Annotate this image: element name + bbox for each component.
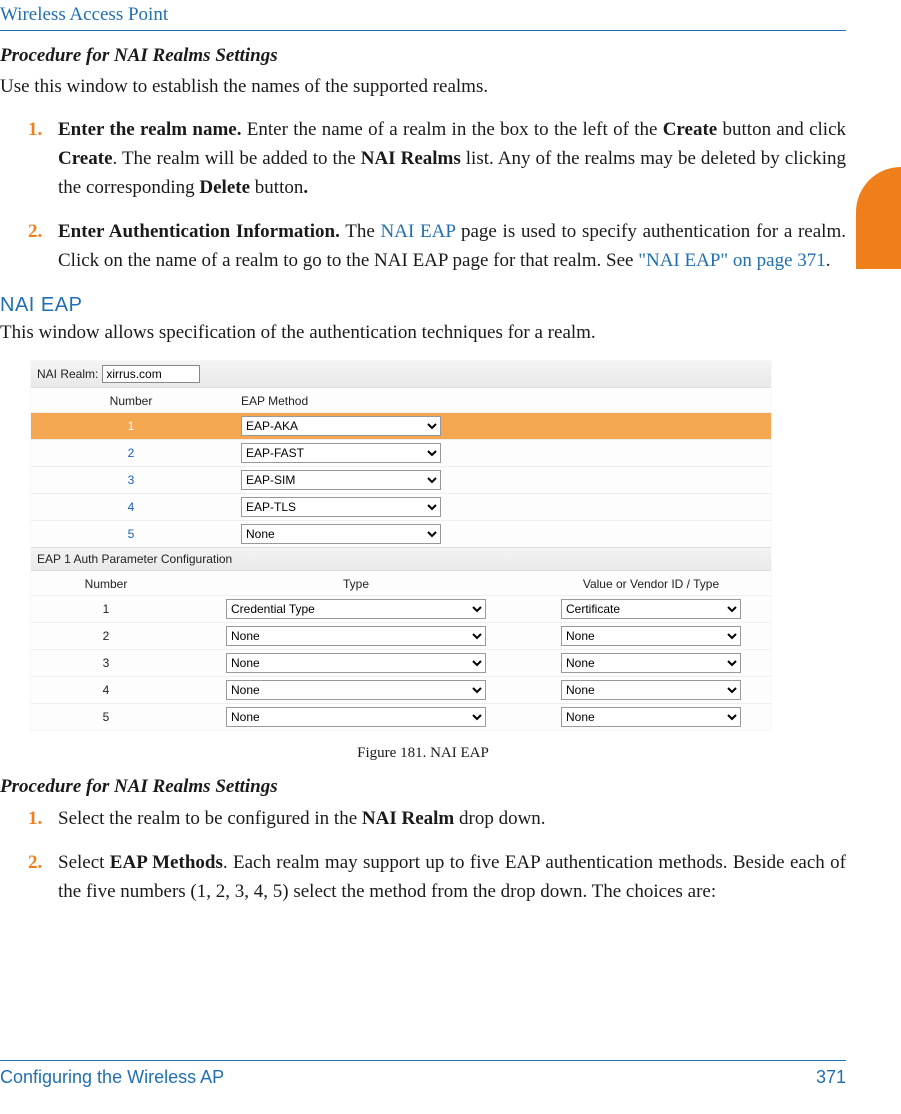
param-row-number: 4 — [31, 683, 181, 697]
side-tab — [856, 167, 901, 269]
eap-row-number: 5 — [31, 527, 231, 541]
footer-section-title: Configuring the Wireless AP — [0, 1067, 224, 1088]
running-header: Wireless Access Point — [0, 4, 846, 26]
section-intro: This window allows specification of the … — [0, 319, 846, 347]
section-heading-nai-eap: NAI EAP — [0, 294, 846, 317]
param-row-number: 1 — [31, 602, 181, 616]
param-value-select[interactable]: None — [561, 626, 741, 646]
param-value-select[interactable]: Certificate — [561, 599, 741, 619]
step-lead: Enter the realm name. — [58, 119, 242, 140]
text: . The realm will be added to the — [113, 148, 361, 169]
link-nai-eap[interactable]: NAI EAP — [381, 221, 456, 242]
param-row-number: 3 — [31, 656, 181, 670]
step-number: 1. — [28, 115, 42, 144]
text: drop down. — [454, 808, 545, 829]
proc1-step2: 2. Enter Authentication Information. The… — [0, 217, 846, 276]
text: . — [826, 250, 831, 271]
bold: NAI Realm — [362, 808, 454, 829]
eap-row[interactable]: 3 EAP-SIM — [31, 466, 771, 493]
param-row: 4 None None — [31, 676, 771, 703]
col-value: Value or Vendor ID / Type — [531, 577, 771, 591]
proc2-step1: 1. Select the realm to be configured in … — [0, 804, 846, 833]
param-type-select[interactable]: None — [226, 653, 486, 673]
text: The — [340, 221, 381, 242]
bold: . — [303, 177, 308, 198]
eap-table-header: Number EAP Method — [31, 388, 771, 412]
text: button — [250, 177, 303, 198]
col-number: Number — [31, 394, 231, 408]
param-table-header: Number Type Value or Vendor ID / Type — [31, 571, 771, 595]
figure-nai-eap: NAI Realm: Number EAP Method 1 EAP-AKA 2… — [30, 360, 772, 731]
eap-method-select[interactable]: EAP-TLS — [241, 497, 441, 517]
col-type: Type — [181, 577, 531, 591]
nai-realm-input[interactable] — [102, 365, 200, 383]
header-rule — [0, 30, 846, 31]
eap-row-number: 3 — [31, 473, 231, 487]
nai-realm-bar: NAI Realm: — [31, 361, 771, 388]
param-type-select[interactable]: None — [226, 707, 486, 727]
eap-row-number: 1 — [31, 419, 231, 433]
figure-caption: Figure 181. NAI EAP — [0, 745, 846, 762]
bold: EAP Methods — [110, 852, 223, 873]
param-row-number: 5 — [31, 710, 181, 724]
text: Select the realm to be configured in the — [58, 808, 362, 829]
eap-row[interactable]: 1 EAP-AKA — [31, 412, 771, 439]
eap-method-select[interactable]: EAP-SIM — [241, 470, 441, 490]
col-number: Number — [31, 577, 181, 591]
param-type-select[interactable]: Credential Type — [226, 599, 486, 619]
procedure-2-heading: Procedure for NAI Realms Settings — [0, 776, 846, 798]
eap-method-select[interactable]: EAP-AKA — [241, 416, 441, 436]
page-footer: Configuring the Wireless AP 371 — [0, 1060, 846, 1088]
procedure-1-heading: Procedure for NAI Realms Settings — [0, 45, 846, 67]
step-lead: Enter Authentication Information. — [58, 221, 340, 242]
eap-method-select[interactable]: None — [241, 524, 441, 544]
eap-row[interactable]: 2 EAP-FAST — [31, 439, 771, 466]
bold: NAI Realms — [361, 148, 461, 169]
param-row-number: 2 — [31, 629, 181, 643]
eap-row-number: 2 — [31, 446, 231, 460]
procedure-1-intro: Use this window to establish the names o… — [0, 73, 846, 101]
step-number: 2. — [28, 848, 42, 877]
eap-row[interactable]: 4 EAP-TLS — [31, 493, 771, 520]
param-row: 2 None None — [31, 622, 771, 649]
param-type-select[interactable]: None — [226, 680, 486, 700]
proc1-step1: 1. Enter the realm name. Enter the name … — [0, 115, 846, 203]
param-row: 3 None None — [31, 649, 771, 676]
bold: Create — [663, 119, 718, 140]
text: Select — [58, 852, 110, 873]
eap-row-number: 4 — [31, 500, 231, 514]
param-value-select[interactable]: None — [561, 653, 741, 673]
param-value-select[interactable]: None — [561, 707, 741, 727]
param-value-select[interactable]: None — [561, 680, 741, 700]
param-type-select[interactable]: None — [226, 626, 486, 646]
bold: Create — [58, 148, 113, 169]
footer-rule — [0, 1060, 846, 1061]
link-nai-eap-page[interactable]: "NAI EAP" on page 371 — [638, 250, 826, 271]
eap-auth-param-header: EAP 1 Auth Parameter Configuration — [31, 547, 771, 571]
text: button and click — [717, 119, 846, 140]
param-row: 1 Credential Type Certificate — [31, 595, 771, 622]
text: Enter the name of a realm in the box to … — [242, 119, 663, 140]
proc2-step2: 2. Select EAP Methods. Each realm may su… — [0, 848, 846, 907]
nai-realm-label: NAI Realm: — [37, 367, 98, 381]
step-number: 2. — [28, 217, 42, 246]
eap-method-select[interactable]: EAP-FAST — [241, 443, 441, 463]
param-row: 5 None None — [31, 703, 771, 730]
page-number: 371 — [816, 1067, 846, 1088]
bold: Delete — [199, 177, 250, 198]
step-number: 1. — [28, 804, 42, 833]
col-eap-method: EAP Method — [231, 394, 771, 408]
eap-row[interactable]: 5 None — [31, 520, 771, 547]
